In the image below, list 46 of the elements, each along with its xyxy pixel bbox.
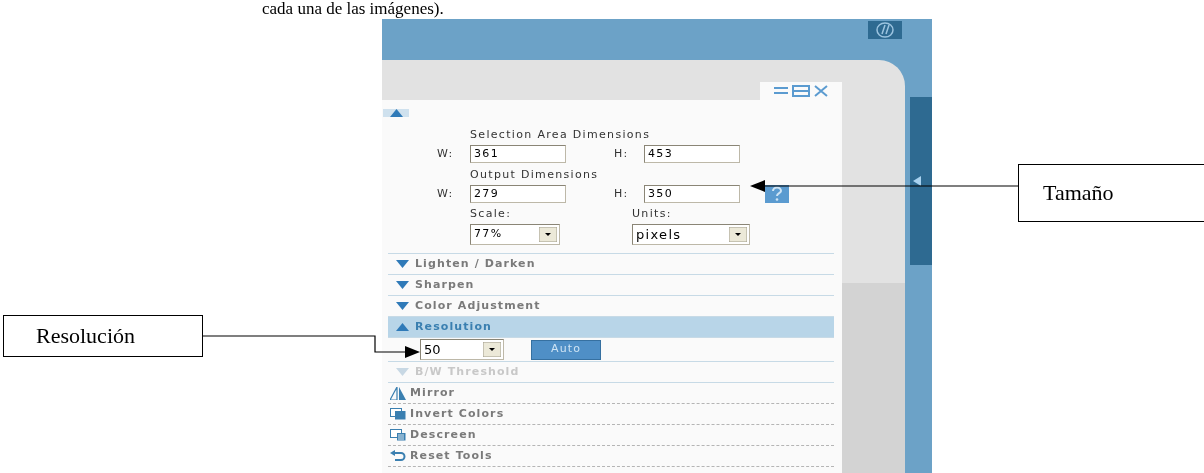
field-label: H: bbox=[614, 185, 630, 202]
text-field[interactable]: 453 bbox=[644, 145, 740, 163]
body-text: cada una de las imágenes). bbox=[262, 0, 444, 18]
maximize-icon[interactable] bbox=[792, 85, 810, 97]
section-header[interactable] bbox=[383, 109, 409, 117]
expand-arrow-icon bbox=[396, 281, 409, 289]
tool-item[interactable]: Mirror bbox=[388, 383, 834, 404]
dropdown-arrow-icon bbox=[729, 227, 747, 242]
section-header[interactable]: Resolution bbox=[388, 317, 834, 338]
grid-window-icon bbox=[390, 429, 406, 441]
undo-arrow-icon bbox=[390, 450, 406, 462]
dropdown-arrow-icon bbox=[539, 227, 557, 242]
expand-arrow-icon bbox=[396, 368, 409, 376]
text-field[interactable]: 279 bbox=[470, 185, 566, 203]
expand-arrow-icon bbox=[396, 260, 409, 268]
dropdown[interactable]: 50 bbox=[420, 339, 504, 360]
collapse-left-icon bbox=[913, 176, 921, 186]
tool-item[interactable]: Descreen bbox=[388, 425, 834, 446]
auto-button[interactable]: Auto bbox=[531, 339, 601, 360]
text-field[interactable]: 350 bbox=[644, 185, 740, 203]
field-label: H: bbox=[614, 145, 630, 162]
section-header[interactable]: Sharpen bbox=[388, 275, 834, 296]
section-label: Selection Area Dimensions bbox=[469, 127, 652, 143]
dropdown[interactable]: pixels bbox=[632, 224, 750, 245]
tool-item[interactable]: Invert Colors bbox=[388, 404, 834, 425]
field-label: W: bbox=[437, 145, 455, 162]
section-header[interactable]: Lighten / Darken bbox=[388, 254, 834, 275]
mirror-icon bbox=[390, 386, 406, 400]
dropdown-arrow-icon bbox=[483, 342, 501, 357]
dropdown[interactable]: 77% bbox=[470, 224, 560, 245]
close-icon[interactable] bbox=[814, 85, 828, 97]
minimize-icon[interactable] bbox=[774, 87, 788, 95]
expand-arrow-icon bbox=[396, 302, 409, 310]
text-field[interactable]: 361 bbox=[470, 145, 566, 163]
tool-item[interactable]: Reset Tools bbox=[388, 446, 834, 467]
collapse-arrow-icon bbox=[389, 109, 403, 117]
collapse-arrow-icon bbox=[396, 323, 409, 331]
field-label: Units: bbox=[632, 207, 672, 221]
window-icon bbox=[390, 408, 406, 420]
side-panel-toggle[interactable] bbox=[910, 97, 932, 265]
section-label: Output Dimensions bbox=[469, 167, 600, 183]
field-label: Scale: bbox=[470, 207, 513, 221]
logo-icon bbox=[868, 21, 902, 39]
field-label: W: bbox=[437, 185, 455, 202]
callout-label: Resolución bbox=[3, 315, 203, 357]
callout-label: Tamaño bbox=[1018, 164, 1204, 222]
